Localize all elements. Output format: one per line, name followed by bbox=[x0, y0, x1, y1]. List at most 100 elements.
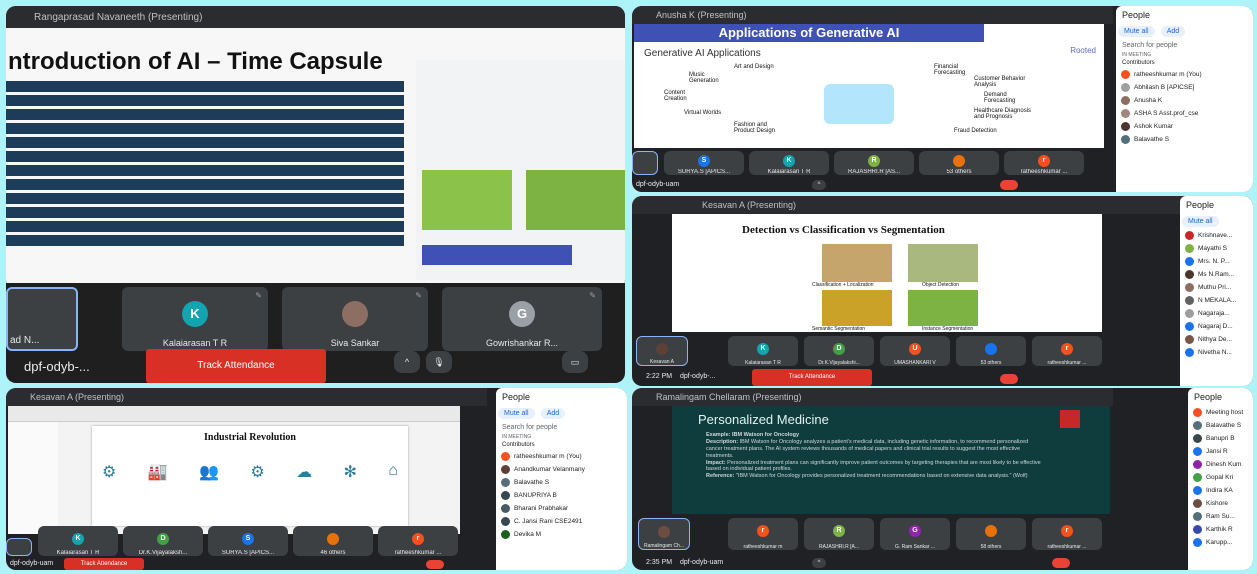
presenter-bar: Kesavan A (Presenting) bbox=[6, 388, 487, 406]
people-panel: People Mute all Add Search for people IN… bbox=[496, 388, 627, 570]
participant-row[interactable]: Dinesh Kum bbox=[1188, 458, 1253, 471]
participant-tile[interactable]: G G. Ram Sankar ... bbox=[880, 518, 950, 550]
participant-row[interactable]: Balavathe S bbox=[1188, 419, 1253, 432]
participant-tile-others[interactable]: 53 others bbox=[956, 336, 1026, 366]
captions-icon[interactable]: ▭ bbox=[562, 351, 588, 373]
diagram-label: Fraud Detection bbox=[954, 128, 997, 134]
track-attendance-button[interactable]: Track Attendance bbox=[146, 349, 326, 383]
participant-row[interactable]: Muthu Pri... bbox=[1180, 281, 1253, 294]
participant-tile-1[interactable]: ad N... bbox=[6, 287, 78, 351]
participant-row[interactable]: ASHA S Asst.prof_cse bbox=[1116, 107, 1253, 120]
participant-row[interactable]: Karthik R bbox=[1188, 523, 1253, 536]
participant-tile[interactable]: D Dr.K.Vijayalakshi... bbox=[804, 336, 874, 366]
participant-tile-self[interactable] bbox=[632, 151, 658, 175]
participant-row[interactable]: Krishnave... bbox=[1180, 229, 1253, 242]
mute-all-button[interactable]: Mute all bbox=[1182, 216, 1219, 227]
presenter-bar: Rangaprasad Navaneeth (Presenting) bbox=[6, 6, 625, 28]
participant-tile[interactable]: r ratheeshkumar ... bbox=[1004, 151, 1084, 175]
participant-row[interactable]: Meeting host bbox=[1188, 406, 1253, 419]
people-icon: 👥 bbox=[199, 464, 219, 481]
chevron-up-icon[interactable]: ^ bbox=[812, 558, 826, 568]
track-attendance-button[interactable]: Track Attendance bbox=[752, 369, 872, 386]
participant-row[interactable]: Nagaraj D... bbox=[1180, 320, 1253, 333]
participant-row[interactable]: Balavathe S bbox=[496, 476, 627, 489]
end-call-button[interactable] bbox=[426, 560, 444, 569]
participant-row[interactable]: ratheeshkumar m (You) bbox=[1116, 68, 1253, 81]
search-people-input[interactable]: Search for people bbox=[1122, 42, 1247, 49]
participant-row[interactable]: Anandkumar Velanmany bbox=[496, 463, 627, 476]
participant-tile[interactable]: R RAJASHRI.R [A... bbox=[804, 518, 874, 550]
chevron-up-icon[interactable]: ^ bbox=[812, 180, 826, 190]
participant-row[interactable]: Devika M bbox=[496, 528, 627, 541]
participant-row[interactable]: Nivetha N... bbox=[1180, 346, 1253, 359]
slide-canvas: Industrial Revolution ⚙ 🏭 👥 ⚙ ☁ ✻ ⌂ bbox=[92, 426, 408, 526]
participant-row[interactable]: Indira KA bbox=[1188, 484, 1253, 497]
participant-row[interactable]: Ashok Kumar bbox=[1116, 120, 1253, 133]
participant-row[interactable]: BANUPRIYA B bbox=[496, 489, 627, 502]
screenshot-collage: Rangaprasad Navaneeth (Presenting) ntrod… bbox=[0, 0, 1257, 574]
tower-icon: ⚙ bbox=[102, 464, 117, 481]
participant-row[interactable]: Anusha K bbox=[1116, 94, 1253, 107]
participant-row[interactable]: Nagaraja... bbox=[1180, 307, 1253, 320]
participant-row[interactable]: Bharani Prabhakar bbox=[496, 502, 627, 515]
chevron-up-icon[interactable]: ^ bbox=[394, 351, 420, 373]
participant-row[interactable]: Mrs. N. P... bbox=[1180, 255, 1253, 268]
end-call-button[interactable] bbox=[1000, 374, 1018, 384]
participant-tile-4[interactable]: G Gowrishankar R... ✎ bbox=[442, 287, 602, 351]
add-people-button[interactable]: Add bbox=[1160, 26, 1186, 37]
mute-all-button[interactable]: Mute all bbox=[1118, 26, 1155, 37]
participant-row[interactable]: Ms N.Ram... bbox=[1180, 268, 1253, 281]
participant-tile-2[interactable]: K Kalaiarasan T R ✎ bbox=[122, 287, 268, 351]
participant-tile[interactable]: S SURYA.S [APICS... bbox=[208, 526, 288, 556]
participant-tile[interactable]: D Dr.K.Vijayalaksh... bbox=[123, 526, 203, 556]
participant-row[interactable]: Mayathi S bbox=[1180, 242, 1253, 255]
participant-row[interactable]: Balavathe S bbox=[1116, 133, 1253, 146]
in-meeting-label: IN MEETING bbox=[502, 434, 532, 440]
participant-tile-others[interactable]: 46 others bbox=[293, 526, 373, 556]
participant-row[interactable]: Ram Su... bbox=[1188, 510, 1253, 523]
add-people-button[interactable]: Add bbox=[540, 408, 566, 419]
diagram-center bbox=[824, 84, 894, 124]
participant-tile[interactable]: r ratheeshkumar ... bbox=[378, 526, 458, 556]
participant-tile-others[interactable]: 53 others bbox=[919, 151, 999, 175]
end-call-button[interactable] bbox=[1000, 180, 1018, 190]
participant-row[interactable]: Kishore bbox=[1188, 497, 1253, 510]
participant-row[interactable]: N MEKALA... bbox=[1180, 294, 1253, 307]
factory-icon: 🏭 bbox=[147, 464, 168, 481]
participant-tile[interactable]: K Kalaiarasan T R bbox=[728, 336, 798, 366]
diagram-label: Customer Behavior Analysis bbox=[974, 76, 1026, 88]
participant-tile[interactable]: K Kalaiarasan T R bbox=[38, 526, 118, 556]
participant-tile-3[interactable]: Siva Sankar ✎ bbox=[282, 287, 428, 351]
participant-tile[interactable]: S SURYA.S [APICS... bbox=[664, 151, 744, 175]
participant-tile[interactable]: r ratheeshkumar m bbox=[728, 518, 798, 550]
participant-tile-presenter[interactable]: Kesavan A bbox=[636, 336, 688, 366]
participant-row[interactable]: ratheeshkumar m (You) bbox=[496, 450, 627, 463]
participant-tile-others[interactable]: 58 others bbox=[956, 518, 1026, 550]
diagram-label: Music Generation bbox=[689, 72, 719, 84]
people-title: People bbox=[1122, 10, 1151, 20]
participant-row[interactable]: Nithya De... bbox=[1180, 333, 1253, 346]
mute-all-button[interactable]: Mute all bbox=[498, 408, 535, 419]
slide-image bbox=[416, 60, 625, 280]
participant-tile-presenter[interactable]: Ramalingam Ch... bbox=[638, 518, 690, 550]
participant-row[interactable]: Abhilash B [APICSE] bbox=[1116, 81, 1253, 94]
caption: Instance Segmentation bbox=[922, 326, 974, 332]
participant-tile[interactable]: r ratheeshkumar ... bbox=[1032, 336, 1102, 366]
mic-icon[interactable]: 🎙 bbox=[426, 351, 452, 373]
end-call-button[interactable] bbox=[1052, 558, 1070, 568]
participant-tile[interactable]: U UMASHANKARI V bbox=[880, 336, 950, 366]
participant-row[interactable]: Gopal Kri bbox=[1188, 471, 1253, 484]
participant-tile[interactable]: K Kalaiarasan T R bbox=[749, 151, 829, 175]
meet-window-time-capsule-controls: ad N... K Kalaiarasan T R ✎ Siva Sankar … bbox=[6, 283, 625, 383]
search-people-input[interactable]: Search for people bbox=[502, 424, 621, 431]
meet-window-industrial: Kesavan A (Presenting) Industrial Revolu… bbox=[6, 388, 627, 570]
people-title: People bbox=[1194, 392, 1223, 402]
participant-tile-self[interactable] bbox=[6, 538, 32, 556]
participant-row[interactable]: Karupp... bbox=[1188, 536, 1253, 549]
participant-row[interactable]: C. Jansi Rani CSE2491 bbox=[496, 515, 627, 528]
participant-tile[interactable]: r ratheeshkumar ... bbox=[1032, 518, 1102, 550]
participant-tile[interactable]: R RAJASHRI.R [AS... bbox=[834, 151, 914, 175]
track-attendance-button[interactable]: Track Attendance bbox=[64, 558, 144, 570]
participant-row[interactable]: Banupri B bbox=[1188, 432, 1253, 445]
participant-row[interactable]: Jansi R bbox=[1188, 445, 1253, 458]
